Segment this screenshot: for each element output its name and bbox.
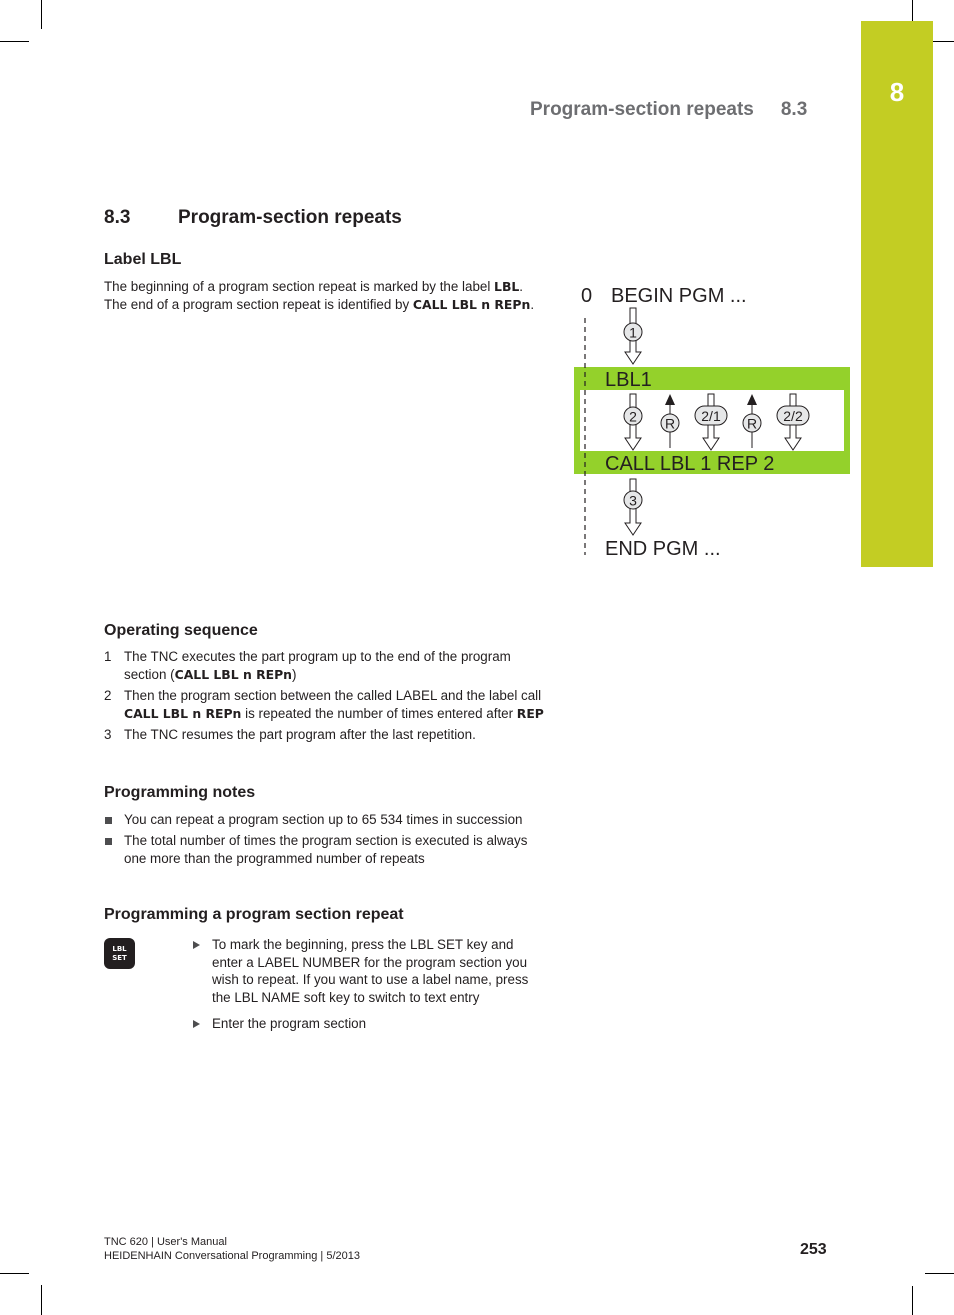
keyword: LBL bbox=[494, 279, 520, 294]
call-lbl-label: CALL LBL 1 REP 2 bbox=[605, 453, 774, 475]
text: To mark the beginning, press the LBL SET… bbox=[212, 937, 529, 1005]
list-item: 2 Then the program section between the c… bbox=[104, 687, 544, 723]
begin-pgm-label: BEGIN PGM ... bbox=[611, 285, 747, 307]
heading-operating-sequence: Operating sequence bbox=[104, 622, 258, 639]
label-lbl-paragraph: The beginning of a program section repea… bbox=[104, 278, 544, 314]
list-item: 1 The TNC executes the part program up t… bbox=[104, 648, 544, 684]
lbl1-label: LBL1 bbox=[605, 369, 652, 391]
bullet-square-icon bbox=[105, 838, 112, 845]
crop-mark bbox=[912, 0, 913, 21]
list-number: 1 bbox=[104, 649, 112, 664]
crop-mark bbox=[41, 0, 42, 29]
end-pgm-label: END PGM ... bbox=[605, 538, 721, 560]
text: The total number of times the program se… bbox=[124, 833, 528, 866]
footer-line: TNC 620 | User's Manual bbox=[104, 1236, 227, 1248]
running-head-title: Program-section repeats bbox=[530, 99, 754, 120]
heading-programming-repeat: Programming a program section repeat bbox=[104, 906, 404, 923]
step-3-label: 3 bbox=[629, 493, 637, 509]
running-head: Program-section repeats 8.3 bbox=[530, 99, 807, 121]
heading-label-lbl: Label LBL bbox=[104, 251, 182, 268]
crop-mark bbox=[925, 1273, 954, 1274]
list-item: You can repeat a program section up to 6… bbox=[104, 811, 544, 829]
step-1-label: 1 bbox=[629, 325, 637, 341]
list-number: 2 bbox=[104, 688, 112, 703]
chapter-tab: 8 bbox=[861, 21, 933, 567]
step-3-arrow: 3 bbox=[623, 478, 643, 536]
keyword: CALL LBL n REPn bbox=[124, 706, 242, 721]
crop-mark bbox=[912, 1286, 913, 1315]
step-2-label: 2 bbox=[629, 409, 637, 425]
text: Then the program section between the cal… bbox=[124, 688, 542, 703]
list-item: The total number of times the program se… bbox=[104, 832, 544, 868]
keyword: REP bbox=[516, 706, 544, 721]
step-item: Enter the program section bbox=[192, 1015, 544, 1033]
list-number: 3 bbox=[104, 727, 112, 742]
text: The beginning of a program section repea… bbox=[104, 279, 495, 294]
text: You can repeat a program section up to 6… bbox=[124, 812, 523, 827]
text: is repeated the number of times entered … bbox=[241, 706, 517, 721]
crop-mark bbox=[41, 1285, 42, 1315]
step-item: To mark the beginning, press the LBL SET… bbox=[192, 936, 544, 1006]
repeat-2-label: R bbox=[747, 416, 757, 432]
step-triangle-icon bbox=[193, 1020, 200, 1029]
crop-mark bbox=[0, 1273, 29, 1274]
key-label: LBL bbox=[112, 944, 127, 953]
crop-mark bbox=[933, 41, 954, 42]
programming-notes-list: You can repeat a program section up to 6… bbox=[104, 811, 544, 871]
heading-programming-notes: Programming notes bbox=[104, 784, 256, 801]
section-title-text: Program-section repeats bbox=[178, 207, 402, 228]
bullet-square-icon bbox=[105, 817, 112, 824]
text: Enter the program section bbox=[212, 1016, 367, 1032]
text: ) bbox=[292, 667, 297, 682]
programming-steps-list: To mark the beginning, press the LBL SET… bbox=[192, 936, 544, 1042]
footer-line: HEIDENHAIN Conversational Programming | … bbox=[104, 1250, 360, 1262]
footer: TNC 620 | User's Manual HEIDENHAIN Conve… bbox=[104, 1235, 360, 1263]
section-number: 8.3 bbox=[104, 207, 131, 228]
begin-pgm-number: 0 bbox=[581, 285, 592, 307]
step-triangle-icon bbox=[193, 941, 200, 949]
page-number: 253 bbox=[800, 1241, 827, 1258]
repeat-1-label: R bbox=[665, 416, 675, 432]
chapter-number: 8 bbox=[889, 77, 905, 107]
section-title: 8.3 Program-section repeats bbox=[104, 207, 402, 229]
key-label: SET bbox=[112, 953, 127, 962]
list-item: 3 The TNC resumes the part program after… bbox=[104, 726, 544, 744]
program-section-repeat-diagram: 0 BEGIN PGM ... LBL1 CALL LBL 1 REP 2 EN… bbox=[574, 285, 850, 560]
keyword: CALL LBL n REPn bbox=[412, 297, 531, 312]
crop-mark bbox=[0, 41, 29, 42]
text: . bbox=[530, 297, 535, 312]
text: The TNC resumes the part program after t… bbox=[124, 727, 476, 742]
running-head-number: 8.3 bbox=[780, 99, 808, 120]
step-2-2-label: 2/2 bbox=[783, 408, 803, 424]
step-2-1-label: 2/1 bbox=[701, 408, 721, 424]
operating-sequence-list: 1 The TNC executes the part program up t… bbox=[104, 648, 544, 747]
lbl-set-key-icon: LBL SET bbox=[104, 938, 135, 969]
step-1-arrow: 1 bbox=[623, 307, 643, 365]
keyword: CALL LBL n REPn bbox=[174, 667, 292, 682]
